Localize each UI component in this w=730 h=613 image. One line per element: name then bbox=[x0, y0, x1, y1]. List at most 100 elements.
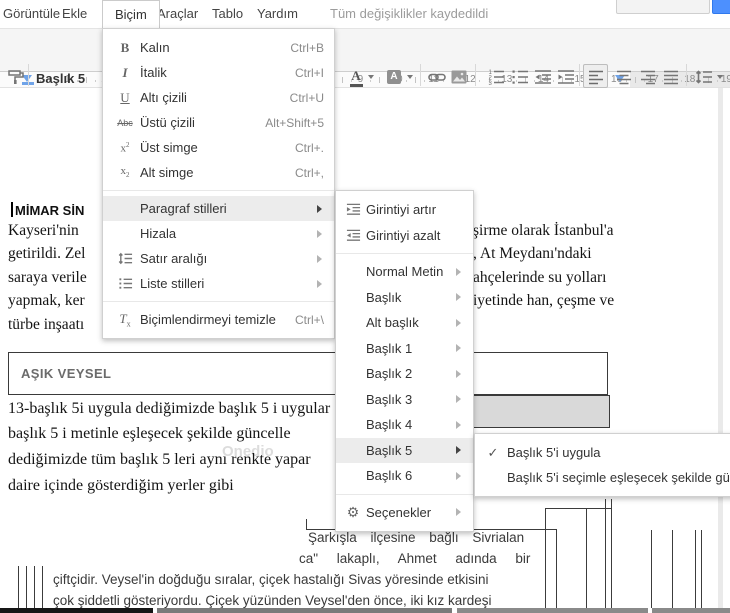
menu-item-label: Girintiyi azalt bbox=[366, 227, 441, 243]
menu-ekle[interactable]: Ekle bbox=[62, 0, 87, 28]
menu-item-label: Biçimlendirmeyi temizle bbox=[140, 312, 276, 327]
menu-item-liste-stilleri[interactable]: Liste stilleri bbox=[103, 271, 334, 296]
line-spacing-button[interactable] bbox=[694, 67, 714, 87]
menu-item-label: Üst simge bbox=[140, 140, 198, 155]
ruler-tick bbox=[479, 80, 481, 82]
menu-separator bbox=[336, 253, 473, 254]
menu-item-alt-simge[interactable]: x2 Alt simge Ctrl+, bbox=[103, 160, 334, 185]
menu-item-ba-l-k-3[interactable]: Başlık 3 bbox=[336, 387, 473, 413]
menu-tablo[interactable]: Tablo bbox=[212, 0, 243, 28]
decrease-indent-button[interactable] bbox=[533, 67, 553, 87]
text-color-dropdown-icon[interactable] bbox=[368, 75, 374, 82]
strikethrough-icon: Abc bbox=[117, 117, 133, 128]
menu-item-label: Üstü çizili bbox=[140, 115, 195, 130]
submenu-arrow-icon bbox=[317, 279, 326, 288]
google-docs-window: Onedio MİMAR SİN Kayseri'nin getirildi. … bbox=[0, 0, 730, 613]
share-button[interactable] bbox=[712, 0, 730, 14]
menu-item-se-enekler[interactable]: ⚙ Seçenekler bbox=[336, 500, 473, 526]
numbered-list-button[interactable]: 123 bbox=[486, 67, 506, 87]
menu-item-label: Başlık 5'i uygula bbox=[507, 445, 601, 460]
align-center-button[interactable] bbox=[614, 67, 634, 87]
menu-item-label: Başlık 5'i seçimle eşleşecek şekilde gün… bbox=[507, 470, 730, 485]
menu-item-label: Başlık bbox=[366, 289, 402, 305]
menu-shortcut: Alt+Shift+5 bbox=[265, 115, 324, 130]
menu-item-ba-l-k-2[interactable]: Başlık 2 bbox=[336, 361, 473, 387]
style-selector[interactable]: Başlık 5 bbox=[36, 71, 85, 86]
menu-item-ba-l-k[interactable]: Başlık bbox=[336, 285, 473, 311]
menu-goruntule[interactable]: Görüntüle bbox=[3, 0, 60, 28]
list-styles-icon bbox=[112, 276, 138, 291]
increase-indent-button[interactable] bbox=[556, 67, 576, 87]
table-border bbox=[34, 566, 35, 608]
justify-button[interactable] bbox=[661, 67, 681, 87]
menu-item-normal-metin[interactable]: Normal Metin bbox=[336, 259, 473, 285]
line-spacing-dropdown-icon[interactable] bbox=[717, 75, 723, 82]
menu-item-ba-l-k-5[interactable]: Başlık 5 bbox=[336, 437, 473, 463]
menu-araclar[interactable]: Araçlar bbox=[157, 0, 198, 28]
menu-item-st-simge[interactable]: x2 Üst simge Ctrl+. bbox=[103, 135, 334, 160]
menu-item-label: Kalın bbox=[140, 40, 170, 55]
menu-item-hizala[interactable]: Hizala bbox=[103, 221, 334, 246]
toolbar-separator bbox=[686, 64, 687, 86]
menu-item-girintiyi-azalt[interactable]: Girintiyi azalt bbox=[336, 223, 473, 249]
menu-item-label: Normal Metin bbox=[366, 264, 444, 280]
menu-item-label: Alt simge bbox=[140, 165, 194, 180]
ruler-tick bbox=[415, 77, 417, 83]
menu-item-i-talik[interactable]: I İtalik Ctrl+I bbox=[103, 60, 334, 85]
menu-item-paragraf-stilleri[interactable]: Paragraf stilleri bbox=[103, 196, 334, 221]
menu-bicim[interactable]: Biçim bbox=[102, 0, 160, 30]
notes-line: daire içinde gösterdiğim yerler gibi bbox=[8, 477, 234, 494]
menu-item-kal-n[interactable]: B Kalın Ctrl+B bbox=[103, 35, 334, 60]
menu-item-ba-l-k-1[interactable]: Başlık 1 bbox=[336, 336, 473, 362]
align-right-button[interactable] bbox=[638, 67, 658, 87]
menu-item-label: Altı çizili bbox=[140, 90, 187, 105]
menu-item-label: İtalik bbox=[140, 65, 167, 80]
menu-item-ba-l-k-6[interactable]: Başlık 6 bbox=[336, 463, 473, 489]
table-border bbox=[26, 566, 27, 608]
menu-item-label: Satır aralığı bbox=[140, 251, 208, 266]
highlight-dropdown-icon[interactable] bbox=[407, 75, 413, 82]
menu-item-sat-r-aral[interactable]: Satır aralığı bbox=[103, 246, 334, 271]
table-border bbox=[586, 508, 587, 608]
check-icon: ✓ bbox=[487, 444, 499, 460]
submenu-arrow-icon bbox=[456, 471, 465, 480]
insert-image-button[interactable] bbox=[449, 67, 469, 87]
bio-line: çok şiddetli gösteriyordu. Çiçek yüzünde… bbox=[53, 593, 492, 608]
comments-button[interactable] bbox=[616, 0, 710, 14]
menu-item-alt-ba-l-k[interactable]: Alt başlık bbox=[336, 310, 473, 336]
menu-item-bi-imlendirmeyi-temizle[interactable]: Tx Biçimlendirmeyi temizle Ctrl+\ bbox=[103, 307, 334, 332]
bold-icon: B bbox=[120, 39, 130, 55]
table-border bbox=[556, 529, 557, 608]
align-left-button[interactable] bbox=[586, 67, 606, 87]
menu-shortcut: Ctrl+U bbox=[289, 90, 324, 105]
ruler-tick bbox=[95, 80, 97, 82]
menu-item-ba-l-k-5-i-uygula[interactable]: ✓ Başlık 5'i uygula bbox=[475, 440, 730, 465]
insert-link-button[interactable] bbox=[427, 67, 447, 87]
menu-shortcut: Ctrl+\ bbox=[294, 312, 324, 327]
table-row-fill bbox=[0, 608, 153, 613]
toolbar-separator bbox=[420, 64, 421, 86]
table-row-fill bbox=[157, 608, 452, 613]
menu-item-label: Başlık 5 bbox=[366, 442, 413, 458]
menu-item-girintiyi-art-r[interactable]: Girintiyi artır bbox=[336, 197, 473, 223]
menu-item-ba-l-k-4[interactable]: Başlık 4 bbox=[336, 412, 473, 438]
text-color-button[interactable]: A bbox=[346, 67, 366, 87]
notes-line: başlık 5 i metinle eşleşecek şekilde gün… bbox=[8, 425, 291, 442]
line-spacing-icon bbox=[112, 251, 138, 266]
menu-yardim[interactable]: Yardım bbox=[257, 0, 298, 28]
menu-item-label: Alt başlık bbox=[366, 315, 419, 331]
submenu-arrow-icon bbox=[456, 318, 465, 327]
toolbar-separator bbox=[579, 64, 580, 86]
table-border bbox=[605, 499, 606, 608]
highlight-color-button[interactable]: A bbox=[384, 67, 404, 87]
menu-item-ba-l-k-5-i-se-imle-e-le-ecek-ekilde-g-ncelle[interactable]: Başlık 5'i seçimle eşleşecek şekilde gün… bbox=[475, 465, 730, 490]
menu-item-st-izili[interactable]: Abc Üstü çizili Alt+Shift+5 bbox=[103, 110, 334, 135]
menu-shortcut: Ctrl+I bbox=[294, 65, 324, 80]
para-line-left: türbe inşaatı bbox=[8, 316, 85, 333]
table-row-fill bbox=[652, 608, 730, 613]
notes-line: 13-başlık 5i uygula dediğimizde başlık 5… bbox=[8, 400, 331, 417]
menu-item-alt-izili[interactable]: U Altı çizili Ctrl+U bbox=[103, 85, 334, 110]
paint-format-button[interactable] bbox=[6, 67, 26, 87]
indent-decrease-icon bbox=[342, 228, 364, 243]
bulleted-list-button[interactable] bbox=[510, 67, 530, 87]
